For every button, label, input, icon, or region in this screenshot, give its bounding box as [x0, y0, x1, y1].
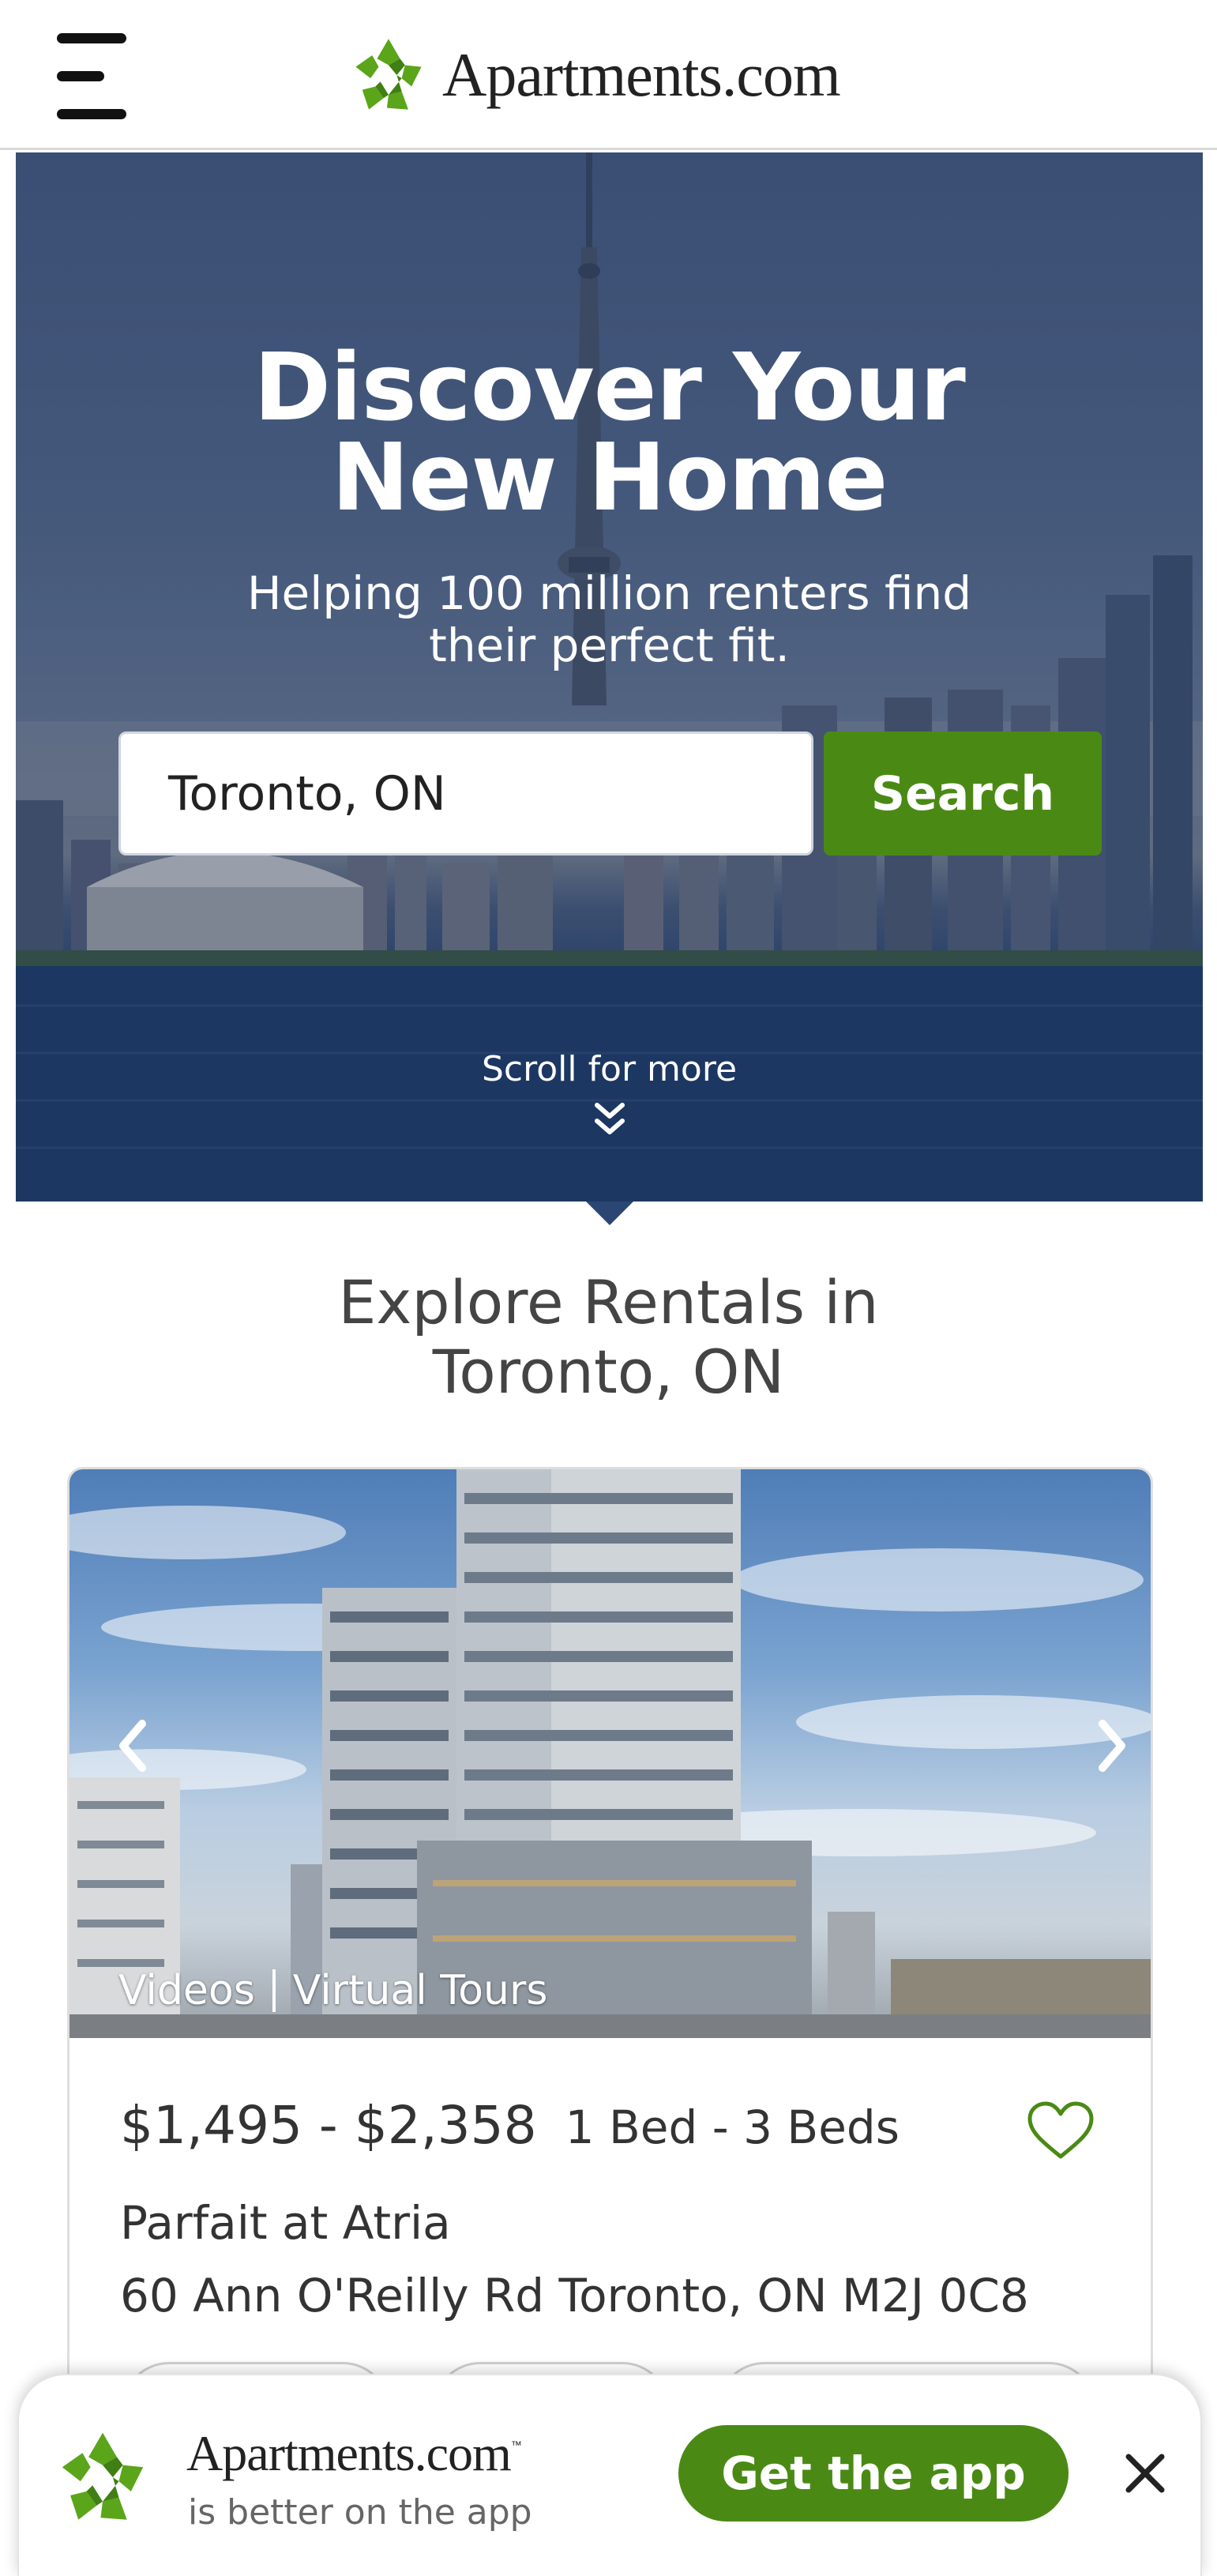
explore-heading: Explore Rentals in Toronto, ON [338, 1267, 879, 1407]
apartments-logo-icon [355, 39, 422, 110]
price-row: $1,495 - $2,358 1 Bed - 3 Beds [120, 2095, 900, 2156]
property-name[interactable]: Parfait at Atria [120, 2196, 451, 2250]
building-image [69, 1469, 1151, 2038]
videos-tag[interactable]: Videos [118, 1967, 255, 2014]
close-icon[interactable] [1121, 2449, 1170, 2498]
media-tags: Videos Virtual Tours [118, 1967, 547, 2014]
scroll-for-more-label: Scroll for more [481, 1049, 738, 1089]
listing-price: $1,495 - $2,358 [120, 2095, 537, 2156]
hero-notch [586, 1202, 633, 1225]
virtual-tours-tag[interactable]: Virtual Tours [293, 1967, 548, 2014]
chevron-right-icon[interactable] [1080, 1706, 1144, 1785]
hero-subtitle: Helping 100 million renters find their p… [246, 566, 972, 672]
banner-subtitle: is better on the app [188, 2492, 532, 2533]
tag-divider [272, 1969, 276, 2012]
app-download-banner: Apartments.com™ is better on the app Get… [17, 2374, 1202, 2576]
banner-brand: Apartments.com™ [186, 2425, 522, 2481]
listing-beds: 1 Bed - 3 Beds [565, 2100, 900, 2154]
hero-title: Discover Your New Home [254, 333, 966, 532]
apartments-logo-icon [62, 2432, 144, 2520]
site-header: Apartments.com [0, 0, 1217, 150]
heart-outline-icon[interactable] [1025, 2100, 1096, 2163]
brand-name: Apartments.com [442, 40, 841, 109]
double-chevron-down-icon[interactable] [592, 1100, 627, 1140]
hero-banner: Discover Your New Home Helping 100 milli… [16, 152, 1203, 1202]
hamburger-menu-icon[interactable] [57, 33, 126, 120]
location-search-input[interactable]: Toronto, ON [118, 731, 813, 856]
search-button[interactable]: Search [824, 731, 1102, 856]
chevron-left-icon[interactable] [101, 1706, 164, 1785]
get-the-app-button[interactable]: Get the app [678, 2425, 1069, 2521]
site-logo[interactable]: Apartments.com [347, 32, 841, 118]
listing-photo[interactable]: Videos Virtual Tours [69, 1469, 1151, 2038]
property-address: 60 Ann O'Reilly Rd Toronto, ON M2J 0C8 [120, 2269, 1029, 2322]
